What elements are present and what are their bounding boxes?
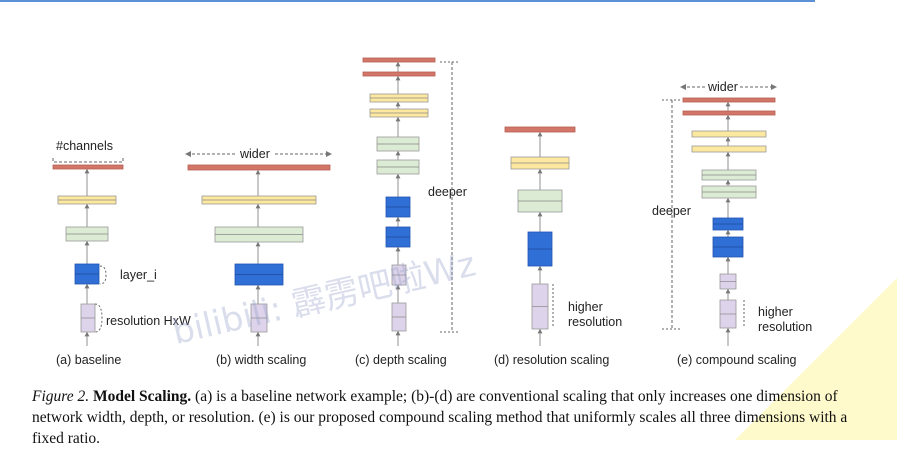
panel-e-yellow-block-3 (691, 145, 767, 153)
panel-e-red-block-1 (682, 110, 776, 116)
panel-caption-b: (b) width scaling (216, 353, 306, 367)
resolution-brace (94, 303, 103, 333)
panel-e-red-block-0 (682, 97, 776, 103)
resolution-label-d: resolution (568, 315, 622, 329)
caption-figure-number: Figure 2. (32, 388, 90, 405)
panel-caption-c: (c) depth scaling (355, 353, 447, 367)
deeper-label-e: deeper (652, 204, 691, 218)
channels-label: #channels (56, 139, 113, 153)
panel-caption-a: (a) baseline (56, 353, 121, 367)
panel-captions: (a) baseline (b) width scaling (c) depth… (56, 353, 797, 367)
wider-label-b: wider (239, 147, 270, 161)
layer-label: layer_i (120, 268, 157, 282)
deeper-label-c: deeper (428, 185, 467, 199)
panel-e-yellow-block-2 (691, 130, 767, 138)
panel-d-red-block-0 (504, 126, 576, 133)
caption-title: Model Scaling. (93, 388, 192, 405)
panel-c-red-block-1 (362, 71, 436, 77)
channels-bracket (52, 158, 124, 163)
panel-b-red-block-0 (187, 164, 331, 171)
wider-label-e: wider (707, 80, 738, 94)
layer-brace (99, 265, 107, 285)
panel-c-red-block-0 (362, 57, 436, 63)
higher-label-d: higher (568, 300, 603, 314)
panel-a-red-block-0 (52, 164, 124, 170)
panel-caption-d: (d) resolution scaling (494, 353, 609, 367)
figure-caption: Figure 2. Model Scaling. (a) is a baseli… (32, 386, 872, 449)
